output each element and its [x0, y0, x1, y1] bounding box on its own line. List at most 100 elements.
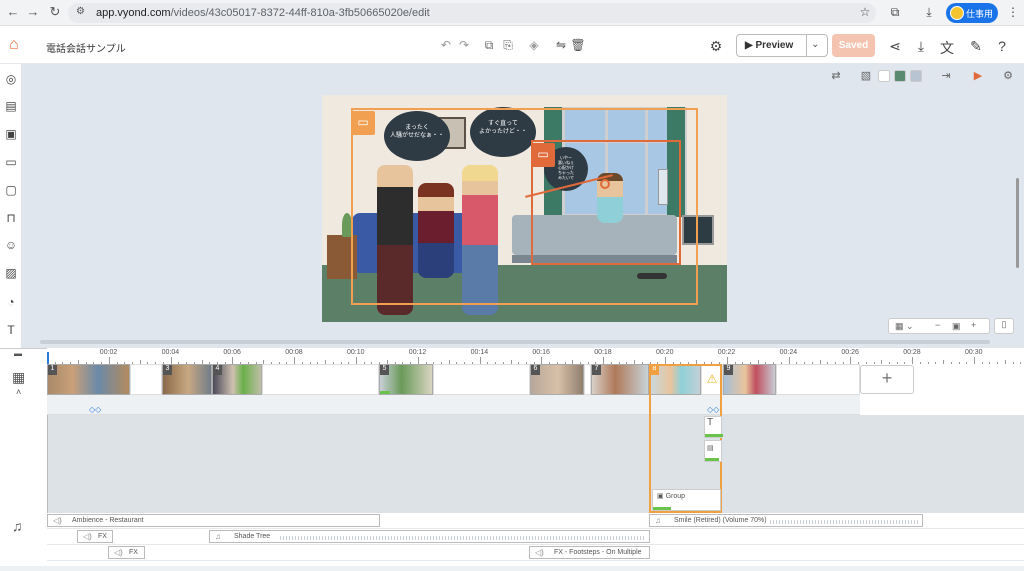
templates-icon[interactable]: ▤ — [3, 99, 19, 113]
color-swatch-blue[interactable] — [910, 70, 922, 82]
preview-button[interactable]: ▶ Preview ⌄ — [736, 34, 828, 57]
site-info-icon[interactable]: ⚙ — [76, 6, 85, 17]
camera-icon[interactable]: ▭ — [531, 143, 555, 167]
scene-thumb[interactable]: 3 — [162, 364, 212, 395]
scene-settings-icon[interactable]: ⚙ — [1000, 69, 1016, 82]
audio-clip-shade-tree[interactable]: ♫ Shade Tree — [209, 530, 650, 543]
translate-icon[interactable]: 文 — [939, 38, 955, 58]
audio-clip-fx[interactable]: ◁) FX — [108, 546, 145, 559]
ruler-subtick — [889, 362, 891, 364]
scene-thumb[interactable]: 7 — [591, 364, 649, 395]
ruler-label: 00:02 — [99, 349, 118, 356]
timeline-ruler[interactable]: 00:02 00:04 00:06 00:08 00:10 00:12 00:14 00:16… — [47, 348, 1024, 364]
undo-icon[interactable]: ↶ — [438, 38, 454, 52]
back-icon[interactable]: ← — [4, 4, 22, 19]
url-text[interactable]: app.vyond.com/videos/43c05017-8372-44ff-… — [96, 7, 430, 19]
background-image-icon[interactable]: ▧ — [858, 69, 874, 82]
ruler-tick — [850, 357, 852, 364]
ruler-subtick — [997, 362, 999, 364]
scene-thumb[interactable] — [776, 364, 860, 395]
scene-thumb[interactable]: 9 — [723, 364, 776, 395]
saved-button[interactable]: Saved — [832, 34, 875, 57]
keyframe-icon[interactable]: ◇◇ — [89, 405, 101, 414]
enter-icon[interactable]: ⇥ — [938, 69, 954, 82]
paste-icon[interactable]: ⎘ — [500, 38, 516, 53]
media-icon[interactable]: ▭ — [3, 155, 19, 169]
props-icon[interactable]: ▢ — [3, 183, 19, 197]
text-element-block[interactable]: T — [704, 416, 723, 438]
delete-icon[interactable]: 🗑 — [570, 38, 586, 52]
share-icon[interactable]: ⋖ — [887, 38, 903, 55]
ruler-subtick — [1012, 362, 1014, 364]
chart-icon[interactable]: ◔ — [3, 295, 19, 309]
group-element-block[interactable]: ▣ Group — [652, 489, 721, 511]
grid-icon[interactable]: ▦ ⌄ — [895, 321, 914, 332]
chair-icon[interactable]: ⊓ — [3, 211, 19, 225]
scene-thumb[interactable] — [130, 364, 162, 395]
settings-icon[interactable]: ⚙ — [708, 38, 724, 55]
scene-thumb[interactable]: 11 — [47, 364, 130, 395]
collapse-icon[interactable]: ˄ — [16, 387, 21, 397]
reload-icon[interactable]: ↻ — [46, 4, 64, 20]
ruler-tick — [881, 360, 883, 364]
zoom-in-icon[interactable]: + — [971, 320, 976, 330]
stage-horizontal-scrollbar[interactable] — [40, 340, 990, 344]
scene-thumb[interactable]: 6 — [530, 364, 584, 395]
transition-row — [47, 395, 860, 415]
color-swatch-white[interactable] — [878, 70, 890, 82]
ruler-subtick — [966, 362, 968, 364]
forward-icon[interactable]: → — [24, 4, 42, 19]
ruler-label: 00:24 — [779, 349, 798, 356]
home-icon[interactable]: ⌂ — [9, 36, 19, 54]
browser-menu-icon[interactable]: ⋮ — [1004, 5, 1022, 19]
profile-chip[interactable]: 仕事用 — [946, 3, 998, 23]
notes-icon[interactable]: ✎ — [968, 38, 984, 55]
audio-clip-smile[interactable]: ♫ Smile (Retired) (Volume 70%) — [649, 514, 923, 527]
redo-icon[interactable]: ↷ — [456, 38, 472, 52]
speaker-icon: ◁) — [83, 532, 92, 541]
copy-icon[interactable]: ⧉ — [481, 38, 497, 53]
ruler-tick — [108, 357, 110, 364]
camera-icon[interactable]: ▭ — [351, 111, 375, 135]
music-note-icon: ♫ — [12, 518, 23, 534]
video-title[interactable]: 電話会話サンプル — [46, 40, 126, 55]
stage-scrollbar[interactable] — [1016, 178, 1019, 268]
element-tracks — [47, 415, 1024, 513]
bookmark-star-icon[interactable]: ☆ — [856, 5, 874, 19]
text-icon[interactable]: T — [3, 323, 19, 337]
swap-icon[interactable]: ⇄ — [828, 69, 844, 82]
layers-icon[interactable]: ◈ — [526, 38, 542, 52]
scene-thumb[interactable] — [433, 364, 530, 395]
audio-clip-ambience[interactable]: ◁) Ambience - Restaurant — [47, 514, 380, 527]
extensions-icon[interactable]: ⧉ — [886, 5, 904, 20]
scene-thumb[interactable]: 5 — [379, 364, 433, 395]
zoom-out-icon[interactable]: − — [935, 320, 940, 330]
playhead[interactable] — [47, 352, 49, 364]
scene-thumb[interactable]: 4 — [212, 364, 262, 395]
timeline-handle-icon[interactable]: ▬ — [14, 349, 22, 358]
ruler-subtick — [935, 362, 937, 364]
scene-track-icon: ▦ — [12, 369, 26, 385]
scene-thumb[interactable] — [262, 364, 379, 395]
layout-icon[interactable]: ▯ — [994, 318, 1014, 334]
help-icon[interactable]: ? — [994, 38, 1010, 54]
flip-icon[interactable]: ⇋ — [553, 38, 569, 52]
download-icon[interactable]: ⤓ — [913, 38, 929, 55]
ruler-label: 00:20 — [656, 349, 674, 356]
character-icon[interactable]: ☺ — [3, 238, 19, 252]
ruler-tick — [943, 360, 945, 364]
add-scene-button[interactable]: + — [860, 365, 914, 394]
ruler-tick — [417, 357, 419, 364]
fit-icon[interactable]: ▣ — [952, 321, 961, 332]
color-swatch-green[interactable] — [894, 70, 906, 82]
image-icon[interactable]: ▨ — [3, 266, 19, 280]
scene-thumb[interactable] — [584, 364, 591, 395]
download-icon[interactable]: ⤓ — [920, 5, 938, 20]
scenes-icon[interactable]: ▣ — [3, 127, 19, 141]
sound-element-block[interactable]: ▤ — [704, 440, 722, 462]
camera-icon[interactable]: ▶ — [970, 69, 986, 82]
chevron-down-icon[interactable]: ⌄ — [811, 39, 819, 50]
audio-clip-fx[interactable]: ◁) FX — [77, 530, 113, 543]
compass-icon[interactable]: ◎ — [3, 72, 19, 86]
audio-clip-footsteps[interactable]: ◁) FX - Footsteps - On Multiple — [529, 546, 650, 559]
